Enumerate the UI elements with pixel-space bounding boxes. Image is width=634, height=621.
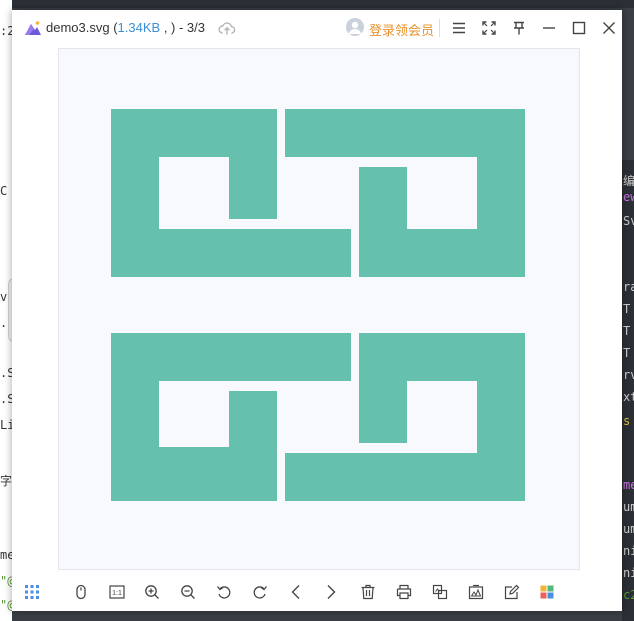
fullscreen-button[interactable] [477,16,501,40]
file-size: 1.34KB [117,20,161,35]
rotate-right-icon [253,586,267,599]
image-viewer-window: demo3.svg (1.34KB , ) - 3/3 登录领会员 1:1 [12,10,622,611]
cloud-upload-icon[interactable] [218,19,236,37]
minimize-icon [543,27,555,29]
menu-icon [453,22,465,34]
title-counter: , ) - 3/3 [160,20,205,35]
apps-button[interactable] [535,580,559,604]
file-name: demo3.svg [46,20,110,35]
zoom-in-button[interactable] [140,580,164,604]
delete-icon [361,584,375,600]
maximize-icon [572,21,586,35]
background-text: xt [623,390,634,404]
rotate-right-button[interactable] [248,580,272,604]
background-text: ni [623,566,634,580]
maximize-button[interactable] [567,16,591,40]
background-text: ew [623,190,634,204]
delete-button[interactable] [356,580,380,604]
window-title: demo3.svg (1.34KB , ) - 3/3 [46,20,205,35]
background-text: C [0,184,8,198]
image-canvas[interactable] [58,48,580,570]
zoom-out-button[interactable] [176,580,200,604]
mouse-icon [76,584,86,600]
app-logo-icon [25,21,41,35]
background-text: um [623,500,634,514]
background-text: ra [623,280,634,294]
background-text: T [623,346,631,360]
convert-icon [432,584,448,600]
close-button[interactable] [597,16,621,40]
background-editor-right: 编 ew Sv ra T T T rv xt s me um um ni ni … [622,160,634,621]
title-bar[interactable]: demo3.svg (1.34KB , ) - 3/3 登录领会员 [12,10,622,46]
background-text: rv [623,368,634,382]
grid-view-button[interactable] [20,580,44,604]
background-text: T [623,324,631,338]
apps-icon [540,585,554,599]
zoom-in-icon [145,585,159,599]
image-edit-button[interactable] [464,580,488,604]
edit-button[interactable] [500,580,524,604]
edit-icon [504,584,520,600]
background-text: um [623,522,634,536]
mouse-mode-button[interactable] [69,580,93,604]
background-editor-top [0,0,634,8]
background-text: ni [623,544,634,558]
bottom-toolbar: 1:1 [12,574,622,611]
previous-icon [291,585,300,599]
next-icon [327,585,336,599]
previous-button[interactable] [284,580,308,604]
login-vip-link[interactable]: 登录领会员 [369,20,434,39]
user-avatar[interactable] [346,18,364,36]
image-edit-icon [468,584,484,600]
title-paren: ( [109,20,118,35]
actual-size-button[interactable]: 1:1 [105,580,129,604]
minimize-button[interactable] [537,16,561,40]
actual-size-icon: 1:1 [109,585,125,599]
background-text: s [623,414,631,428]
interlocking-chain-graphic [111,109,525,501]
pin-icon [514,21,524,35]
actual-size-label: 1:1 [112,590,122,597]
background-text: c2 [623,588,634,602]
user-icon [349,21,361,34]
background-text: 编 [623,174,634,188]
next-button[interactable] [319,580,343,604]
convert-button[interactable] [428,580,452,604]
background-text: me [623,478,634,492]
svg-artwork [111,109,525,501]
fullscreen-icon [482,21,496,35]
pin-button[interactable] [507,16,531,40]
print-button[interactable] [392,580,416,604]
close-icon [603,22,615,34]
menu-button[interactable] [447,16,471,40]
grid-view-icon [25,585,39,599]
background-text: Sv [623,214,634,228]
rotate-left-icon [217,586,231,599]
title-divider [439,19,440,37]
background-text: 字 [0,474,13,488]
print-icon [396,584,412,600]
background-text: T [623,302,631,316]
zoom-out-icon [181,585,195,599]
rotate-left-button[interactable] [212,580,236,604]
